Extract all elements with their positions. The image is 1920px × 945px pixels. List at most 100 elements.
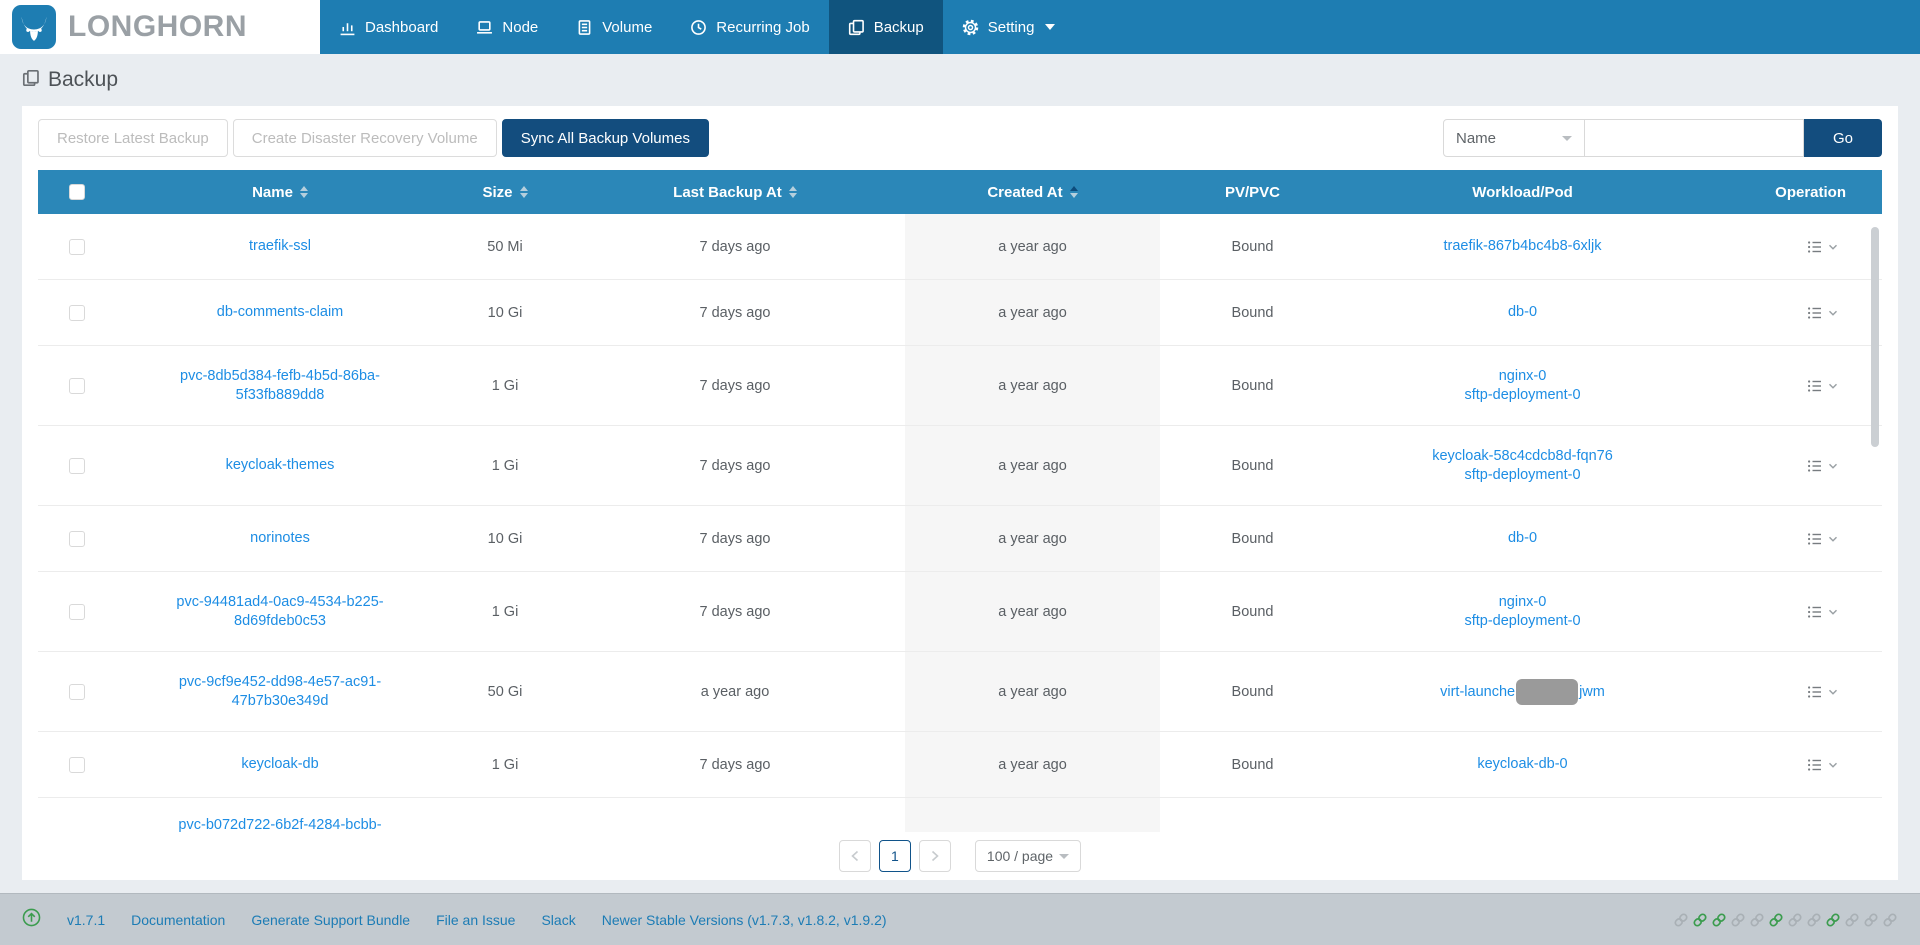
page-size-select[interactable]: 100 / page <box>975 840 1081 872</box>
version-link[interactable]: v1.7.1 <box>67 912 105 928</box>
row-checkbox[interactable] <box>69 458 85 474</box>
size-value: 50 Gi <box>445 652 565 731</box>
nav-item-label: Recurring Job <box>716 19 809 36</box>
workload-link[interactable]: db-0 <box>1508 303 1537 322</box>
sync-all-backup-volumes-button[interactable]: Sync All Backup Volumes <box>502 119 709 157</box>
column-header-created-at[interactable]: Created At <box>905 184 1160 201</box>
chevron-left-icon <box>850 850 860 862</box>
backup-name-link[interactable]: pvc-b072d722-6b2f-4284-bcbb- <box>178 816 381 832</box>
backup-name-link[interactable]: db-comments-claim <box>217 303 344 322</box>
backup-name-link[interactable]: pvc-94481ad4-0ac9-4534-b225-8d69fdeb0c53 <box>173 593 388 631</box>
created-value: a year ago <box>905 346 1160 425</box>
page-number-button[interactable]: 1 <box>879 840 911 872</box>
backup-name-link[interactable]: keycloak-db <box>241 755 318 774</box>
nav-item-recurring-job[interactable]: Recurring Job <box>671 0 828 54</box>
row-actions-button[interactable] <box>1807 458 1838 474</box>
workload-link[interactable]: virt-launchejwm <box>1440 679 1605 705</box>
footer: v1.7.1 Documentation Generate Support Bu… <box>0 893 1920 945</box>
row-checkbox[interactable] <box>69 305 85 321</box>
newer-stable-versions-link[interactable]: Newer Stable Versions (v1.7.3, v1.8.2, v… <box>602 912 887 928</box>
backup-name-link[interactable]: pvc-8db5d384-fefb-4b5d-86ba-5f33fb889dd8 <box>173 367 388 405</box>
nav-item-backup[interactable]: Backup <box>829 0 943 54</box>
row-actions-button[interactable] <box>1807 305 1838 321</box>
size-value: 10 Gi <box>445 506 565 571</box>
nav-item-dashboard[interactable]: Dashboard <box>320 0 457 54</box>
chevron-right-icon <box>930 850 940 862</box>
row-checkbox[interactable] <box>69 757 85 773</box>
chain-link-icon <box>1673 912 1689 928</box>
file-an-issue-link[interactable]: File an Issue <box>436 912 515 928</box>
last-backup-value: 7 days ago <box>565 280 905 345</box>
sort-icon <box>520 186 528 198</box>
chevron-down-icon <box>1828 607 1838 617</box>
row-checkbox[interactable] <box>69 378 85 394</box>
nav-item-label: Volume <box>602 19 652 36</box>
server-icon <box>576 19 593 36</box>
nav-item-node[interactable]: Node <box>457 0 557 54</box>
pv-pvc-status: Bound <box>1160 426 1345 505</box>
go-button[interactable]: Go <box>1804 119 1882 157</box>
workload-link[interactable]: sftp-deployment-0 <box>1464 386 1580 405</box>
restore-latest-backup-button[interactable]: Restore Latest Backup <box>38 119 228 157</box>
previous-page-button[interactable] <box>839 840 871 872</box>
workload-link[interactable]: nginx-0 <box>1464 593 1580 612</box>
documentation-link[interactable]: Documentation <box>131 912 225 928</box>
size-value: 1 Gi <box>445 732 565 797</box>
logo-area[interactable]: LONGHORN <box>0 0 320 54</box>
workload-link[interactable]: sftp-deployment-0 <box>1464 612 1580 631</box>
row-checkbox[interactable] <box>69 604 85 620</box>
chain-link-icon <box>1844 912 1860 928</box>
slack-link[interactable]: Slack <box>541 912 575 928</box>
row-actions-button[interactable] <box>1807 531 1838 547</box>
next-page-button[interactable] <box>919 840 951 872</box>
generate-support-bundle-link[interactable]: Generate Support Bundle <box>251 912 410 928</box>
workload-link[interactable]: keycloak-db-0 <box>1477 755 1567 774</box>
backup-name-link[interactable]: pvc-9cf9e452-dd98-4e57-ac91-47b7b30e349d <box>173 673 388 711</box>
column-header-name[interactable]: Name <box>115 184 445 201</box>
row-checkbox[interactable] <box>69 239 85 255</box>
row-actions-button[interactable] <box>1807 757 1838 773</box>
bar-chart-icon <box>339 19 356 36</box>
backup-name-link[interactable]: keycloak-themes <box>226 456 335 475</box>
nav-item-setting[interactable]: Setting <box>943 0 1075 54</box>
created-value: a year ago <box>905 652 1160 731</box>
last-backup-value: a year ago <box>565 652 905 731</box>
select-all-checkbox[interactable] <box>69 184 85 200</box>
pv-pvc-status: Bound <box>1160 572 1345 651</box>
row-actions-button[interactable] <box>1807 378 1838 394</box>
column-header-size[interactable]: Size <box>445 184 565 201</box>
row-actions-button[interactable] <box>1807 239 1838 255</box>
last-backup-value: 7 days ago <box>565 214 905 279</box>
pv-pvc-status: Bound <box>1160 346 1345 425</box>
workload-link[interactable]: db-0 <box>1508 529 1537 548</box>
filter-field-select[interactable]: Name <box>1443 119 1585 157</box>
sort-icon-active <box>1070 186 1078 198</box>
workload-link[interactable]: traefik-867b4bc4b8-6xljk <box>1444 237 1602 256</box>
last-backup-value: 7 days ago <box>565 426 905 505</box>
row-actions-button[interactable] <box>1807 604 1838 620</box>
sort-icon <box>300 186 308 198</box>
last-backup-value: 7 days ago <box>565 506 905 571</box>
sort-icon <box>789 186 797 198</box>
chain-link-icon <box>1730 912 1746 928</box>
row-checkbox[interactable] <box>69 531 85 547</box>
table-row: pvc-9cf9e452-dd98-4e57-ac91-47b7b30e349d… <box>38 652 1882 732</box>
row-checkbox[interactable] <box>69 684 85 700</box>
column-header-last-backup-at[interactable]: Last Backup At <box>565 184 905 201</box>
workload-link[interactable]: nginx-0 <box>1464 367 1580 386</box>
backup-name-link[interactable]: norinotes <box>250 529 310 548</box>
workload-link[interactable]: keycloak-58c4cdcb8d-fqn76 <box>1432 447 1613 466</box>
chain-link-icon <box>1749 912 1765 928</box>
backup-name-link[interactable]: traefik-ssl <box>249 237 311 256</box>
row-actions-button[interactable] <box>1807 684 1838 700</box>
create-disaster-recovery-volume-button[interactable]: Create Disaster Recovery Volume <box>233 119 497 157</box>
main-menu: Dashboard Node Volume Recurring Job <box>320 0 1074 54</box>
nav-item-volume[interactable]: Volume <box>557 0 671 54</box>
chevron-down-icon <box>1045 24 1055 30</box>
nav-item-label: Node <box>502 19 538 36</box>
search-group: Name Go <box>1443 119 1882 157</box>
workload-link[interactable]: sftp-deployment-0 <box>1432 466 1613 485</box>
search-input[interactable] <box>1585 119 1804 157</box>
vertical-scrollbar[interactable] <box>1871 227 1879 447</box>
last-backup-value: 7 days ago <box>565 732 905 797</box>
